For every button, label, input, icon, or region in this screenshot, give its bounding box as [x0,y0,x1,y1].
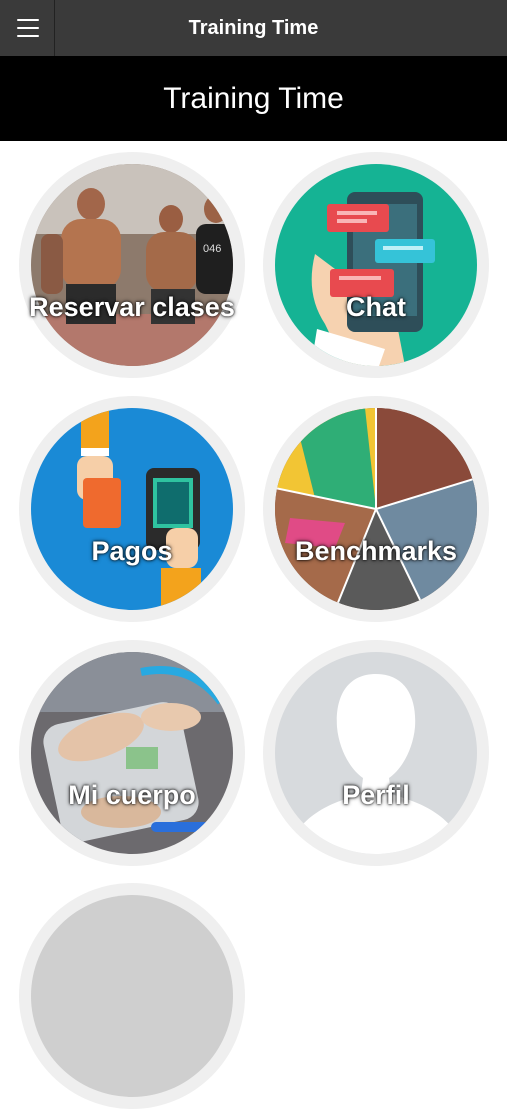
body-scale-photo [31,652,233,854]
athletes-photo: 046 [31,164,233,366]
tile-label: Mi cuerpo [68,780,196,810]
menu-bar [17,19,39,21]
card-payment-icon [31,408,233,610]
partially-visible-tile [31,895,233,1097]
app-title: Training Time [188,17,319,39]
chat-phone-icon [275,164,477,366]
tile-reservar-clases[interactable]: 046 Reservar clases [19,152,245,378]
tile-perfil[interactable]: Perfil [263,640,489,866]
menu-bar [17,35,39,37]
tile-mi-cuerpo[interactable]: Mi cuerpo [19,640,245,866]
tile-label: Pagos [91,536,173,566]
menu-bar [17,27,39,29]
menu-grid: 046 Reservar clases Chat Pagos Benchmark… [0,141,507,1109]
profile-silhouette-icon [275,652,477,854]
tile-partial[interactable] [19,883,245,1109]
page-banner-title: Training Time [0,56,507,141]
tile-label: Benchmarks [294,536,458,566]
hamburger-menu-icon[interactable] [0,0,55,56]
tile-chat[interactable]: Chat [263,152,489,378]
svg-text:046: 046 [203,243,221,255]
tile-label: Chat [346,292,406,322]
sports-collage-photo [275,408,477,610]
tile-label: Perfil [342,780,410,810]
tile-benchmarks[interactable]: Benchmarks [263,396,489,622]
top-app-bar: Training Time [0,0,507,56]
tile-pagos[interactable]: Pagos [19,396,245,622]
tile-label: Reservar clases [29,292,235,322]
